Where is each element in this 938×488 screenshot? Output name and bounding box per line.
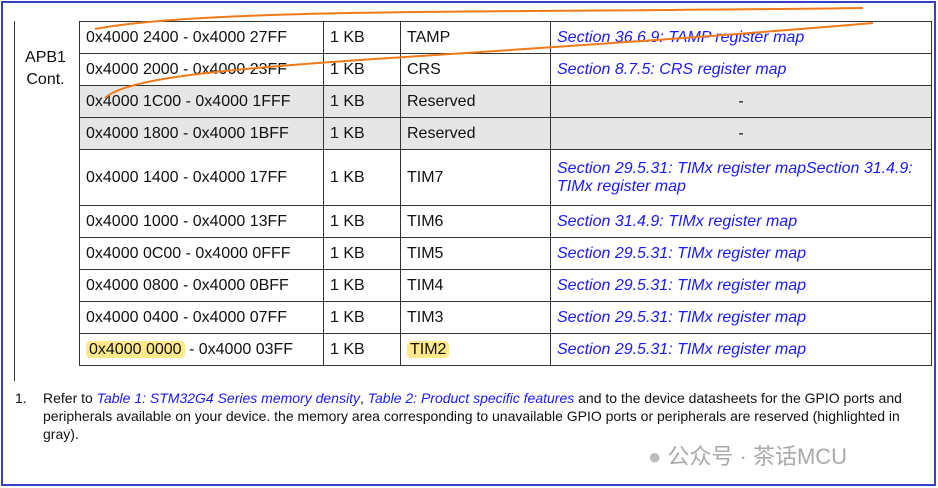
peripheral: TIM7: [400, 149, 551, 206]
watermark: ● 公众号 · 茶话MCU: [648, 439, 847, 471]
ref-cell: -: [550, 117, 932, 150]
table-row: 0x4000 1800 - 0x4000 1BFF 1 KB Reserved -: [79, 117, 932, 150]
table-row: 0x4000 0800 - 0x4000 0BFF 1 KB TIM4 Section…: [79, 269, 932, 302]
ref-cell: Section 29.5.31: TIMx register map: [550, 269, 932, 302]
register-map-link[interactable]: Section 36.6.9: TAMP register map: [557, 29, 804, 46]
table-row: 0x4000 1C00 - 0x4000 1FFF 1 KB Reserved -: [79, 85, 932, 118]
size: 1 KB: [323, 301, 401, 334]
table-row: 0x4000 0400 - 0x4000 07FF 1 KB TIM3 Section…: [79, 301, 932, 334]
register-map-link[interactable]: Section 29.5.31: TIMx register map: [557, 309, 806, 326]
peripheral: Reserved: [400, 117, 551, 150]
peripheral: CRS: [400, 53, 551, 86]
size: 1 KB: [323, 149, 401, 206]
address-range: 0x4000 1C00 - 0x4000 1FFF: [79, 85, 324, 118]
group-label-line: Cont.: [26, 71, 65, 88]
table2-link[interactable]: Table 2: Product specific features: [368, 390, 575, 406]
size: 1 KB: [323, 117, 401, 150]
highlight: 0x4000 0000: [86, 340, 185, 358]
memory-map-table: 0x4000 2400 - 0x4000 27FF 1 KB TAMP Section…: [79, 21, 932, 366]
address-range: 0x4000 2400 - 0x4000 27FF: [79, 21, 324, 54]
address-range: 0x4000 1000 - 0x4000 13FF: [79, 205, 324, 238]
register-map-link[interactable]: Section 29.5.31: TIMx register mapSectio…: [557, 160, 913, 195]
size: 1 KB: [323, 21, 401, 54]
peripheral: TIM4: [400, 269, 551, 302]
address-range: 0x4000 0800 - 0x4000 0BFF: [79, 269, 324, 302]
size: 1 KB: [323, 333, 401, 366]
highlight: TIM2: [407, 340, 450, 358]
register-map-link[interactable]: Section 29.5.31: TIMx register map: [557, 277, 806, 294]
ref-cell: Section 29.5.31: TIMx register mapSectio…: [550, 149, 932, 206]
ref-cell: Section 36.6.9: TAMP register map: [550, 21, 932, 54]
peripheral: TAMP: [400, 21, 551, 54]
footnote-text: Refer to: [43, 390, 97, 406]
address-range: 0x4000 1800 - 0x4000 1BFF: [79, 117, 324, 150]
peripheral: TIM3: [400, 301, 551, 334]
group-label-line: APB1: [25, 49, 66, 66]
register-map-link[interactable]: Section 29.5.31: TIMx register map: [557, 245, 806, 262]
peripheral: Reserved: [400, 85, 551, 118]
address-range: 0x4000 0C00 - 0x4000 0FFF: [79, 237, 324, 270]
register-map-link[interactable]: Section 8.7.5: CRS register map: [557, 61, 786, 78]
register-map-link[interactable]: Section 31.4.9: TIMx register map: [557, 213, 797, 230]
table-row: 0x4000 0000 - 0x4000 03FF 1 KB TIM2 Section…: [79, 333, 932, 366]
watermark-text: 公众号 · 茶话MCU: [667, 444, 848, 469]
address-range: 0x4000 1400 - 0x4000 17FF: [79, 149, 324, 206]
document-frame: APB1 Cont. 0x4000 2400 - 0x4000 27FF 1 KB T…: [1, 1, 936, 486]
address-range: 0x4000 0400 - 0x4000 07FF: [79, 301, 324, 334]
peripheral: TIM2: [400, 333, 551, 366]
table-row: 0x4000 2000 - 0x4000 23FF 1 KB CRS Section …: [79, 53, 932, 86]
ref-cell: Section 29.5.31: TIMx register map: [550, 301, 932, 334]
range-rest: - 0x4000 03FF: [184, 340, 294, 358]
footnote-text: ,: [359, 390, 368, 406]
peripheral: TIM5: [400, 237, 551, 270]
address-range: 0x4000 0000 - 0x4000 03FF: [79, 333, 324, 366]
footnote-number: 1.: [15, 390, 27, 406]
size: 1 KB: [323, 205, 401, 238]
size: 1 KB: [323, 269, 401, 302]
table-row: 0x4000 1400 - 0x4000 17FF 1 KB TIM7 Section…: [79, 149, 932, 206]
ref-cell: -: [550, 85, 932, 118]
ref-cell: Section 8.7.5: CRS register map: [550, 53, 932, 86]
group-label: APB1 Cont.: [14, 21, 76, 381]
address-range: 0x4000 2000 - 0x4000 23FF: [79, 53, 324, 86]
table-row: 0x4000 1000 - 0x4000 13FF 1 KB TIM6 Section…: [79, 205, 932, 238]
ref-cell: Section 31.4.9: TIMx register map: [550, 205, 932, 238]
ref-cell: Section 29.5.31: TIMx register map: [550, 333, 932, 366]
size: 1 KB: [323, 85, 401, 118]
table-row: 0x4000 0C00 - 0x4000 0FFF 1 KB TIM5 Section…: [79, 237, 932, 270]
ref-cell: Section 29.5.31: TIMx register map: [550, 237, 932, 270]
size: 1 KB: [323, 237, 401, 270]
footnote: 1. Refer to Table 1: STM32G4 Series memo…: [15, 389, 905, 443]
register-map-link[interactable]: Section 29.5.31: TIMx register map: [557, 341, 806, 358]
wechat-icon: ●: [648, 444, 662, 469]
table1-link[interactable]: Table 1: STM32G4 Series memory density: [97, 390, 360, 406]
peripheral: TIM6: [400, 205, 551, 238]
table-row: 0x4000 2400 - 0x4000 27FF 1 KB TAMP Section…: [79, 21, 932, 54]
size: 1 KB: [323, 53, 401, 86]
